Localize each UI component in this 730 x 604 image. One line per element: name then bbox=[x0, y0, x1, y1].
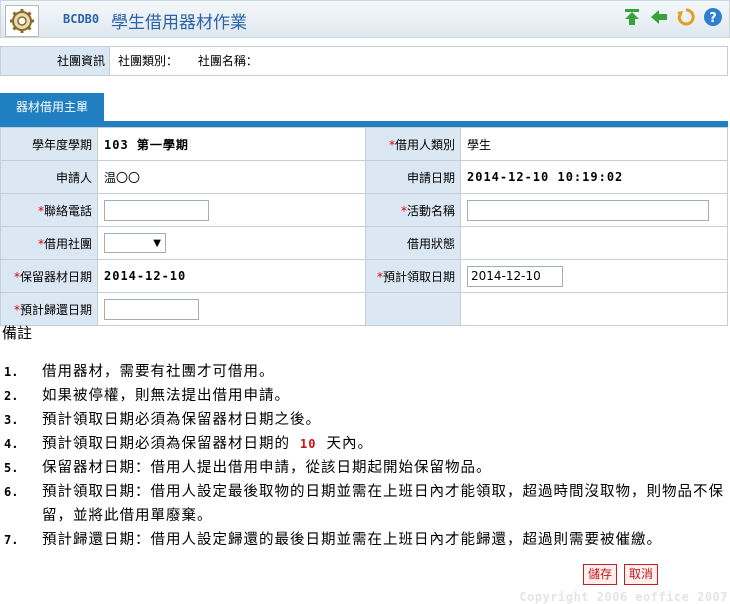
return-date-input[interactable] bbox=[104, 298, 199, 320]
phone-label: *聯絡電話 bbox=[0, 193, 98, 227]
pickup-date-input[interactable]: 2014-12-10 bbox=[467, 265, 563, 287]
term-label: 學年度學期 bbox=[0, 127, 98, 161]
back-arrow-icon[interactable] bbox=[649, 7, 669, 27]
notes-list: 1. 借用器材，需要有社團才可借用。 2. 如果被停權，則無法提出借用申請。 3. 預… bbox=[4, 360, 726, 552]
toolbar: ? bbox=[622, 7, 723, 29]
notes-title: 備註 bbox=[2, 324, 33, 342]
help-icon[interactable]: ? bbox=[703, 7, 723, 27]
term-value: 103 第一學期 bbox=[104, 137, 189, 152]
note-item: 6. 預計領取日期：借用人設定最後取物的日期並需在上班日內才能領取，超過時間沒取物… bbox=[4, 484, 724, 524]
apply-date-value: 2014-12-10 10:19:02 bbox=[467, 170, 624, 184]
borrow-status-label: 借用狀態 bbox=[365, 226, 461, 260]
phone-input[interactable] bbox=[104, 199, 209, 221]
pickup-date-label: *預計領取日期 bbox=[365, 259, 461, 293]
app-logo-icon bbox=[5, 5, 39, 37]
club-info-values: 社團類別： 社團名稱： bbox=[110, 47, 274, 75]
empty-value-cell bbox=[460, 292, 728, 326]
applicant-label: 申請人 bbox=[0, 160, 98, 194]
borrow-form: 學年度學期 103 第一學期 *借用人類別 學生 申請人 温〇〇 申請日期 20… bbox=[0, 127, 728, 326]
chevron-down-icon: ▼ bbox=[153, 238, 161, 249]
borrower-type-label: *借用人類別 bbox=[365, 127, 461, 161]
refresh-icon[interactable] bbox=[676, 7, 696, 27]
note-item: 4. 預計領取日期必須為保留器材日期的 10 天內。 bbox=[4, 436, 373, 452]
borrow-status-value bbox=[460, 226, 728, 260]
club-type-label: 社團類別： bbox=[118, 54, 179, 68]
note-item: 2. 如果被停權，則無法提出借用申請。 bbox=[4, 388, 290, 404]
note-item: 1. 借用器材，需要有社團才可借用。 bbox=[4, 364, 275, 380]
page-title: 學生借用器材作業 bbox=[111, 13, 247, 33]
club-info-label: 社團資訊 bbox=[1, 47, 110, 75]
club-name-label: 社團名稱： bbox=[197, 54, 258, 68]
note-item: 3. 預計領取日期必須為保留器材日期之後。 bbox=[4, 412, 321, 428]
highlight-days: 10 bbox=[300, 437, 317, 451]
up-arrow-icon[interactable] bbox=[622, 7, 642, 27]
return-date-label: *預計歸還日期 bbox=[0, 292, 98, 326]
note-item: 7. 預計歸還日期：借用人設定歸還的最後日期並需在上班日內才能歸還，超過則需要被催… bbox=[4, 532, 662, 548]
club-info-bar: 社團資訊 社團類別： 社團名稱： bbox=[0, 46, 728, 76]
empty-label-cell bbox=[365, 292, 461, 326]
borrow-club-label: *借用社團 bbox=[0, 226, 98, 260]
save-button[interactable]: 儲存 bbox=[583, 564, 618, 585]
applicant-value: 温〇〇 bbox=[97, 160, 366, 194]
program-code: BCDB0 bbox=[63, 12, 100, 26]
cancel-button[interactable]: 取消 bbox=[624, 564, 659, 585]
borrow-club-select[interactable]: ▼ bbox=[104, 233, 166, 253]
apply-date-label: 申請日期 bbox=[365, 160, 461, 194]
note-item: 5. 保留器材日期：借用人提出借用申請，從該日期起開始保留物品。 bbox=[4, 460, 492, 476]
borrower-type-value: 學生 bbox=[460, 127, 728, 161]
event-name-input[interactable] bbox=[467, 199, 709, 221]
event-name-label: *活動名稱 bbox=[365, 193, 461, 227]
reserve-date-label: *保留器材日期 bbox=[0, 259, 98, 293]
reserve-date-value: 2014-12-10 bbox=[104, 269, 187, 283]
copyright-text: Copyright 2006 eoffice 2007 bbox=[519, 590, 728, 604]
svg-text:?: ? bbox=[709, 11, 717, 26]
page-header: BCDB0 學生借用器材作業 ? bbox=[0, 0, 730, 38]
tab-main-form[interactable]: 器材借用主單 bbox=[0, 93, 104, 122]
